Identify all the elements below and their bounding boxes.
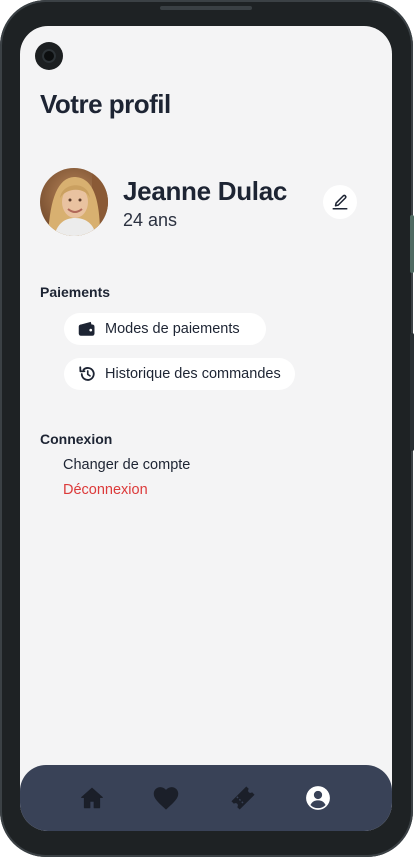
home-icon (79, 785, 105, 811)
payment-methods-label: Modes de paiements (105, 321, 240, 337)
avatar (40, 168, 108, 236)
page-title: Votre profil (40, 89, 171, 119)
speaker-grille (160, 6, 252, 10)
ticket-icon (229, 784, 257, 812)
nav-home-button[interactable] (75, 781, 109, 815)
side-button (410, 215, 414, 273)
account-circle-icon (305, 785, 331, 811)
logout-link[interactable]: Déconnexion (63, 482, 148, 498)
front-camera (35, 42, 63, 70)
side-button (410, 333, 414, 451)
order-history-label: Historique des commandes (105, 366, 281, 382)
nav-profile-button[interactable] (301, 781, 335, 815)
heart-icon (152, 785, 180, 811)
order-history-button[interactable]: Historique des commandes (64, 358, 295, 390)
nav-favorites-button[interactable] (149, 781, 183, 815)
payments-section-title: Paiements (40, 284, 111, 300)
phone-frame: Votre profil Jeanne Dulac 24 ans Paiemen… (0, 0, 414, 857)
bottom-navigation (20, 765, 392, 831)
wallet-icon (78, 320, 96, 338)
edit-profile-button[interactable] (323, 185, 357, 219)
connection-section-title: Connexion (40, 431, 113, 447)
user-age: 24 ans (123, 210, 178, 230)
switch-account-link[interactable]: Changer de compte (63, 457, 190, 473)
user-name: Jeanne Dulac (123, 176, 288, 206)
nav-tickets-button[interactable] (226, 781, 260, 815)
app-screen: Votre profil Jeanne Dulac 24 ans Paiemen… (20, 26, 392, 831)
pencil-icon (331, 193, 349, 211)
payment-methods-button[interactable]: Modes de paiements (64, 313, 266, 345)
history-icon (78, 365, 96, 383)
